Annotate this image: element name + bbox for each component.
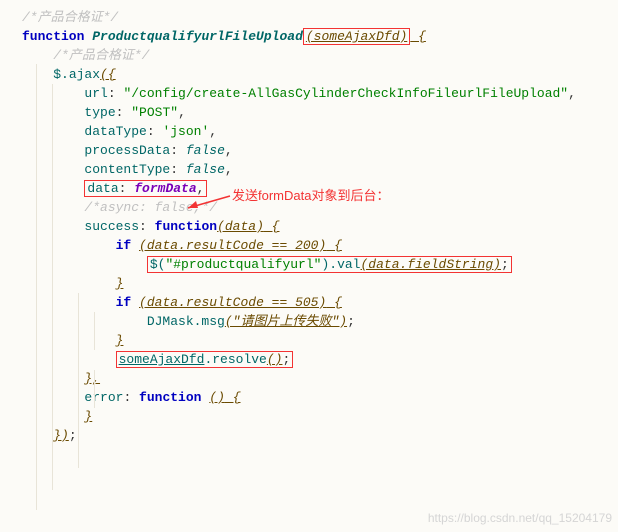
comment-async: /*async: false,*/ bbox=[84, 200, 217, 215]
prop-success: success bbox=[84, 219, 139, 234]
keyword-function: function bbox=[139, 390, 201, 405]
formdata: formData bbox=[134, 181, 196, 196]
jquery-open: $( bbox=[150, 257, 166, 272]
cond-200: (data.resultCode == 200) bbox=[139, 238, 326, 253]
comment: /*产品合格证*/ bbox=[22, 10, 118, 25]
brace-close: }, bbox=[84, 371, 100, 386]
cond-505: (data.resultCode == 505) bbox=[139, 295, 326, 310]
function-param: (someAjaxDfd) bbox=[303, 28, 410, 45]
val-args: (data.fieldString) bbox=[361, 257, 501, 272]
keyword-if: if bbox=[116, 295, 132, 310]
ajax-callee: $.ajax bbox=[53, 67, 100, 82]
cb-param-empty: () bbox=[209, 390, 225, 405]
brace-close: } bbox=[84, 409, 92, 424]
indent-guide bbox=[52, 84, 53, 490]
annotation-text: 发送formData对象到后台： bbox=[232, 186, 389, 205]
comment: /*产品合格证*/ bbox=[53, 48, 149, 63]
resolve-call: .resolve bbox=[204, 352, 266, 367]
brace-close: } bbox=[116, 276, 124, 291]
indent-guide bbox=[36, 64, 37, 510]
bool-false: false bbox=[186, 143, 225, 158]
indent-guide bbox=[94, 370, 95, 408]
keyword-if: if bbox=[116, 238, 132, 253]
indent-guide bbox=[94, 312, 95, 350]
prop-processdata: processData bbox=[84, 143, 170, 158]
val-call: .val bbox=[329, 257, 360, 272]
string-json: 'json' bbox=[162, 124, 209, 139]
function-name: ProductqualifyurlFileUpload bbox=[92, 29, 303, 44]
indent-guide bbox=[78, 293, 79, 468]
prop-datatype: dataType bbox=[84, 124, 146, 139]
ajax-open: ({ bbox=[100, 67, 116, 82]
prop-data: data bbox=[87, 181, 118, 196]
code-editor: /*产品合格证*/ function ProductqualifyurlFile… bbox=[0, 0, 618, 532]
prop-contenttype: contentType bbox=[84, 162, 170, 177]
resolve-obj: someAjaxDfd bbox=[119, 352, 205, 367]
brace-open: { bbox=[410, 29, 426, 44]
djmask-args: ("请图片上传失败") bbox=[225, 314, 347, 329]
djmask: DJMask.msg bbox=[147, 314, 225, 329]
ajax-close: }) bbox=[53, 428, 69, 443]
string-url: "/config/create-AllGasCylinderCheckInfoF… bbox=[123, 86, 568, 101]
selector: "#productqualifyurl" bbox=[165, 257, 321, 272]
bool-false: false bbox=[186, 162, 225, 177]
keyword-function: function bbox=[22, 29, 84, 44]
prop-url: url bbox=[84, 86, 107, 101]
prop-error: error bbox=[84, 390, 123, 405]
watermark: https://blog.csdn.net/qq_15204179 bbox=[428, 509, 612, 528]
cb-param: (data) bbox=[217, 219, 264, 234]
brace-close: } bbox=[116, 333, 124, 348]
resolve-args: () bbox=[267, 352, 283, 367]
string-post: "POST" bbox=[131, 105, 178, 120]
prop-type: type bbox=[84, 105, 115, 120]
keyword-function: function bbox=[155, 219, 217, 234]
